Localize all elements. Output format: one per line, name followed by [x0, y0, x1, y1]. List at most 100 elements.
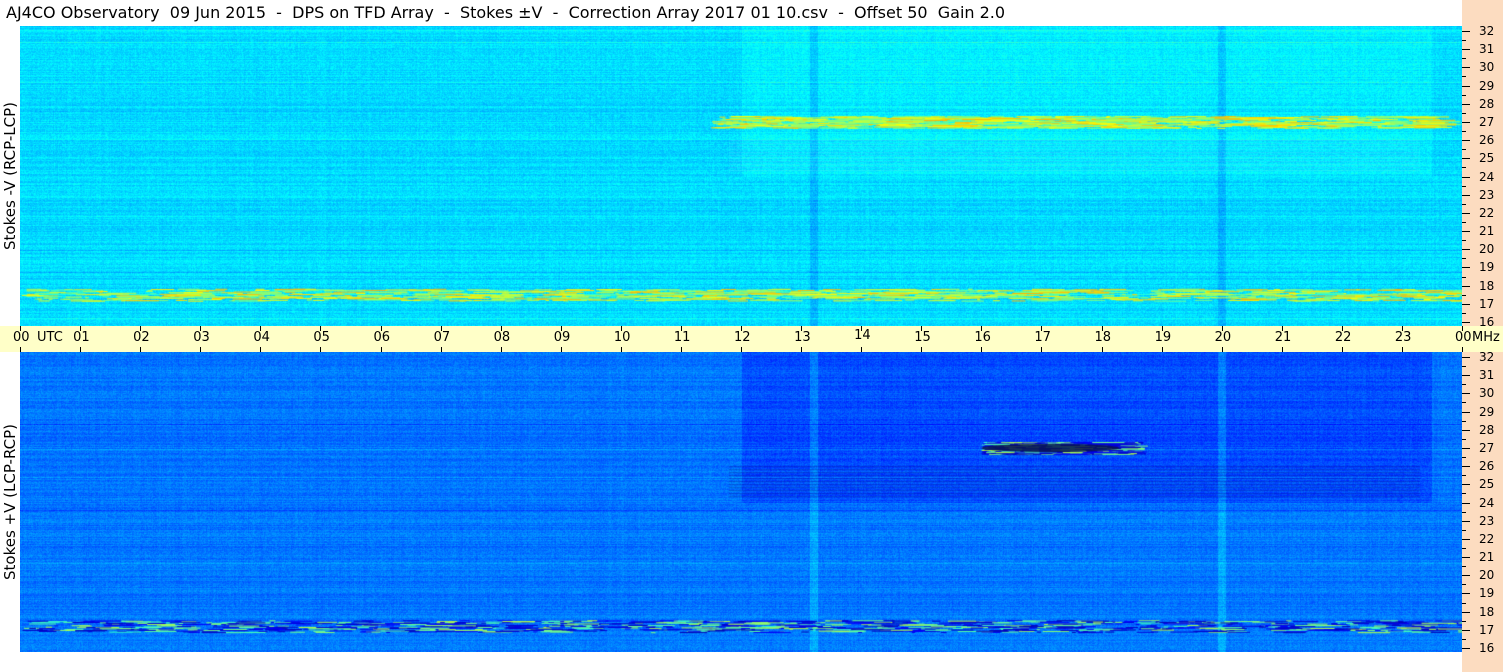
mhz-tick-mark [1462, 194, 1470, 196]
mhz-tick-mark [1462, 249, 1470, 251]
mhz-tick-label: 30 [1479, 386, 1495, 401]
mhz-minor-tick [1462, 438, 1466, 440]
mhz-tick-mark [1462, 231, 1470, 233]
mhz-minor-tick [1462, 40, 1466, 42]
mhz-tick-label: 21 [1479, 550, 1495, 565]
mhz-minor-tick [1462, 402, 1466, 404]
mhz-tick-label: 30 [1479, 60, 1495, 75]
mhz-tick-label: 23 [1479, 187, 1495, 202]
mhz-tick-mark [1462, 648, 1470, 649]
mhz-tick-mark [1462, 158, 1470, 160]
utc-tick-mark [1221, 347, 1223, 352]
mhz-tick-label: 24 [1479, 495, 1495, 510]
utc-tick-label: 08 [493, 330, 511, 345]
mhz-tick-mark [1462, 393, 1470, 395]
utc-tick-label: 10 [613, 330, 631, 345]
chart-title: AJ4CO Observatory 09 Jun 2015 - DPS on T… [0, 0, 1462, 26]
mhz-tick-label: 16 [1479, 641, 1495, 655]
utc-tick-label: 02 [133, 330, 150, 345]
mhz-tick-mark [1462, 629, 1470, 631]
utc-tick-label: 22 [1334, 330, 1352, 345]
mhz-minor-tick [1462, 529, 1466, 531]
mhz-tick-mark [1462, 176, 1470, 178]
utc-tick-label: 20 [1214, 330, 1232, 345]
mhz-minor-tick [1462, 131, 1466, 133]
utc-tick-mark [741, 347, 742, 352]
utc-tick-label: 00 [13, 330, 30, 345]
mhz-minor-tick [1462, 58, 1466, 60]
mhz-tick-label: 21 [1479, 224, 1495, 239]
utc-tick-label: 13 [794, 330, 811, 345]
mhz-tick-label: 25 [1479, 477, 1495, 492]
mhz-minor-tick [1462, 276, 1466, 278]
mhz-minor-tick [1462, 221, 1466, 223]
utc-tick-label: 21 [1274, 330, 1292, 345]
utc-tick-mark [1341, 347, 1343, 352]
mhz-tick-label: 27 [1479, 114, 1495, 129]
top-panel-ylabel-text: Stokes -V (RCP-LCP) [1, 102, 19, 250]
utc-tick-mark [1101, 347, 1103, 352]
utc-tick-label: 12 [734, 330, 751, 345]
mhz-minor-tick [1462, 511, 1466, 513]
utc-tick-mark [260, 347, 262, 352]
mhz-minor-tick [1462, 185, 1466, 187]
mhz-tick-mark [1462, 484, 1470, 486]
mhz-tick-mark [1462, 411, 1470, 413]
mhz-tick-mark [1462, 85, 1470, 87]
utc-tick-label: 00 [1455, 330, 1472, 345]
utc-tick-mark [921, 347, 923, 352]
mhz-tick-label: 20 [1479, 568, 1495, 583]
mhz-tick-label: 31 [1479, 42, 1495, 57]
utc-tick-label: 11 [673, 330, 691, 345]
mhz-tick-label: 17 [1479, 296, 1495, 311]
mhz-tick-mark [1462, 429, 1470, 431]
utc-tick-label: 04 [253, 330, 270, 345]
utc-tick-mark [1161, 347, 1163, 352]
mhz-minor-tick [1462, 366, 1466, 368]
mhz-tick-label: 32 [1479, 350, 1495, 364]
utc-tick-mark [981, 347, 983, 352]
utc-tick-mark [1041, 347, 1043, 352]
utc-tick-mark [560, 347, 562, 352]
frequency-unit-label: MHz [1472, 330, 1500, 345]
mhz-tick-label: 32 [1479, 24, 1495, 38]
mhz-tick-mark [1462, 322, 1470, 323]
mhz-minor-tick [1462, 475, 1466, 477]
mhz-minor-tick [1462, 294, 1466, 296]
mhz-minor-tick [1462, 149, 1466, 151]
mhz-tick-label: 22 [1479, 531, 1495, 546]
mhz-tick-label: 29 [1479, 78, 1495, 93]
mhz-tick-label: 20 [1479, 242, 1495, 257]
mhz-minor-tick [1462, 584, 1466, 586]
spectrogram-bottom-canvas [20, 352, 1462, 652]
mhz-minor-tick [1462, 240, 1466, 242]
mhz-minor-tick [1462, 167, 1466, 169]
mhz-minor-tick [1462, 94, 1466, 96]
utc-tick-label: 03 [193, 330, 210, 345]
mhz-tick-mark [1462, 67, 1470, 69]
mhz-minor-tick [1462, 493, 1466, 495]
mhz-tick-mark [1462, 557, 1470, 559]
mhz-minor-tick [1462, 76, 1466, 78]
mhz-tick-mark [1462, 285, 1470, 287]
mhz-minor-tick [1462, 112, 1466, 114]
mhz-tick-label: 23 [1479, 513, 1495, 528]
mhz-tick-label: 27 [1479, 440, 1495, 455]
mhz-minor-tick [1462, 638, 1466, 640]
mhz-minor-tick [1462, 547, 1466, 549]
mhz-tick-mark [1462, 49, 1470, 51]
mhz-tick-label: 19 [1479, 260, 1495, 275]
utc-tick-label: 01 [73, 330, 90, 345]
mhz-tick-mark [1462, 575, 1470, 577]
mhz-tick-label: 29 [1479, 404, 1495, 419]
mhz-tick-label: 18 [1479, 604, 1495, 619]
utc-tick-label: 23 [1394, 330, 1412, 345]
mhz-tick-label: 31 [1479, 368, 1495, 383]
utc-tick-mark [140, 347, 142, 352]
utc-tick-label: 06 [373, 330, 391, 345]
utc-tick-mark [861, 347, 863, 352]
utc-tick-label: 07 [433, 330, 451, 345]
utc-tick-mark [500, 347, 502, 352]
spectrogram-top-canvas [20, 26, 1462, 326]
mhz-tick-label: 25 [1479, 151, 1495, 166]
